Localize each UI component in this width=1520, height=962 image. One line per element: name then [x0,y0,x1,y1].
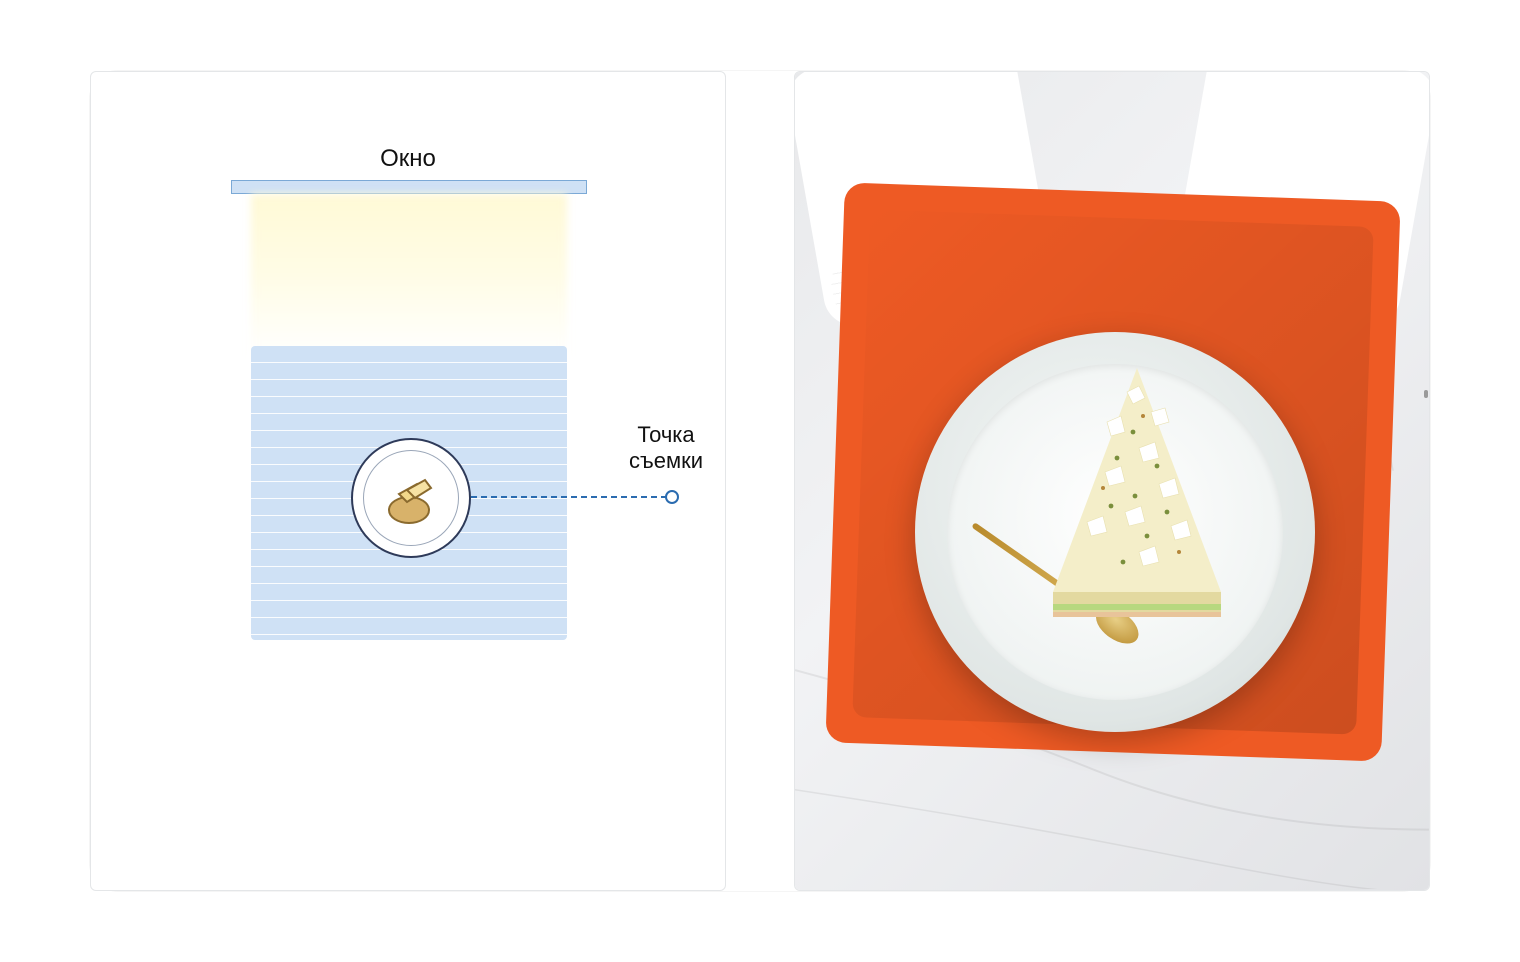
camera-label: Точка съемки [606,422,726,475]
window-label: Окно [91,145,725,173]
cake-slice-icon [1047,362,1227,622]
comparison-frame: Окно Точка съемки [90,71,1430,891]
scrollbar-thumb[interactable] [1424,390,1428,398]
camera-label-line1: Точка [637,422,694,447]
lighting-diagram: Окно Точка съемки [91,72,725,890]
camera-line-icon [471,496,667,498]
example-photo [795,72,1429,890]
food-icon [379,464,443,528]
camera-point-icon [665,490,679,504]
diagram-panel: Окно Точка съемки [90,71,726,891]
camera-label-line2: съемки [629,448,703,473]
window-icon [231,180,587,194]
example-photo-panel [794,71,1430,891]
light-area-icon [251,194,567,359]
